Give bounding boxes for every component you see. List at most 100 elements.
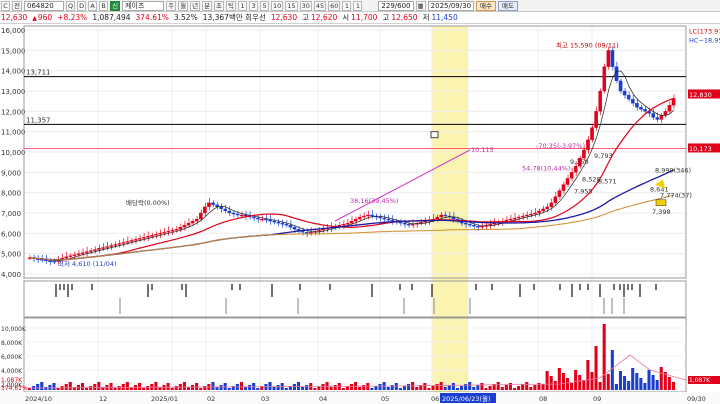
volume-bar xyxy=(349,384,354,390)
volume-bar xyxy=(80,383,85,390)
price-tag: 12,830 xyxy=(689,91,712,99)
candle-body xyxy=(435,216,439,220)
volume-bar xyxy=(504,385,508,390)
candle-body xyxy=(529,213,533,216)
candle-body xyxy=(158,233,162,235)
candle-body xyxy=(341,223,346,226)
volume-bar xyxy=(614,384,618,390)
volume-bar xyxy=(170,388,174,390)
candle-body xyxy=(622,90,627,96)
candle-body xyxy=(504,219,509,222)
stock-chart[interactable]: 16,000 15,000 14,000 13,000 12,000 11,000 10,0… xyxy=(0,0,720,404)
target-annotation: 10,115 xyxy=(471,146,494,154)
candle-body xyxy=(508,218,513,221)
y-tick-label: 6,000 xyxy=(1,230,21,238)
volume-bar xyxy=(386,387,390,390)
volume-bar xyxy=(488,386,492,390)
x-axis-label: 08 xyxy=(539,395,547,403)
candle-body xyxy=(639,107,643,110)
candle-body xyxy=(129,240,134,242)
volume-bar xyxy=(427,388,431,390)
volume-bar xyxy=(182,382,186,390)
volume-bar xyxy=(631,368,635,390)
volume-bar xyxy=(138,383,142,390)
candle-body xyxy=(386,218,391,221)
volume-bar xyxy=(574,370,578,390)
candle-body xyxy=(93,249,97,251)
candle-body xyxy=(667,105,672,112)
x-axis-bg xyxy=(0,392,720,404)
x-axis-cursor-label: 2025/06/23(월) xyxy=(442,394,491,403)
volume-bar xyxy=(64,384,68,390)
candle-body xyxy=(594,111,598,128)
volume-bar xyxy=(671,382,675,390)
candle-body xyxy=(557,190,562,197)
candle-body xyxy=(569,172,574,179)
candle-body xyxy=(553,196,558,203)
volume-bar xyxy=(647,370,651,390)
value-annotation: 7,955 xyxy=(574,188,593,196)
candle-body xyxy=(402,222,407,225)
x-axis-label: 09/30 xyxy=(687,395,706,403)
volume-bar xyxy=(455,388,459,390)
candle-body xyxy=(472,225,476,227)
volume-bar xyxy=(439,382,443,390)
volume-bar xyxy=(451,383,455,390)
candle-body xyxy=(137,238,142,240)
volume-bar xyxy=(431,386,435,390)
pct-annotation-3: 54,78(10,44%) xyxy=(522,164,570,172)
volume-bar xyxy=(570,383,574,390)
candle-body xyxy=(602,66,607,92)
pct-annotation-2: -70,35(-3,97%) xyxy=(536,142,585,150)
volume-bar xyxy=(333,385,337,390)
candle-body xyxy=(280,222,285,225)
volume-bar xyxy=(68,382,72,390)
candle-body xyxy=(443,214,448,217)
y-tick-label: 12,000 xyxy=(1,108,26,116)
candle-body xyxy=(256,217,260,220)
candle-body xyxy=(76,253,81,255)
candle-body xyxy=(541,208,545,212)
volume-bar xyxy=(529,387,533,390)
candle-body xyxy=(626,94,631,100)
candle-body xyxy=(606,50,611,67)
candle-body xyxy=(573,166,578,173)
x-axis-label: 06 xyxy=(431,395,439,403)
y-tick-label: 15,000 xyxy=(1,47,26,55)
candle-body xyxy=(439,214,444,218)
volume-bar xyxy=(211,382,215,390)
candle-body xyxy=(121,242,126,244)
candle-body xyxy=(64,256,69,259)
volume-bar xyxy=(378,384,382,390)
candle-body xyxy=(72,254,77,256)
volume-bar xyxy=(125,382,129,390)
candle-body xyxy=(113,244,118,246)
volume-bar xyxy=(239,382,243,390)
candle-body xyxy=(304,232,309,234)
candle-body xyxy=(561,184,566,191)
x-axis-label: 12 xyxy=(99,395,107,403)
volume-bar xyxy=(602,324,606,390)
volume-bar xyxy=(533,385,537,390)
candle-body xyxy=(398,221,403,224)
candle-body xyxy=(219,206,223,210)
candle-body xyxy=(353,218,358,222)
candle-body xyxy=(631,99,635,104)
volume-bar xyxy=(398,388,402,390)
volume-tick-label: 4,000K xyxy=(1,368,23,375)
volume-bar xyxy=(219,385,223,390)
candle-body xyxy=(203,206,207,214)
volume-bar xyxy=(565,378,570,390)
volume-bar xyxy=(484,388,488,390)
candle-body xyxy=(252,216,256,219)
candle-body xyxy=(194,218,199,222)
candle-body xyxy=(370,214,374,217)
candle-body xyxy=(231,212,236,215)
volume-bar xyxy=(52,383,56,390)
highlight-band xyxy=(432,26,468,392)
volume-bar xyxy=(582,380,586,390)
volume-bar xyxy=(586,360,590,390)
volume-bar xyxy=(117,386,121,390)
volume-bar xyxy=(121,384,125,390)
volume-bar xyxy=(305,385,309,390)
